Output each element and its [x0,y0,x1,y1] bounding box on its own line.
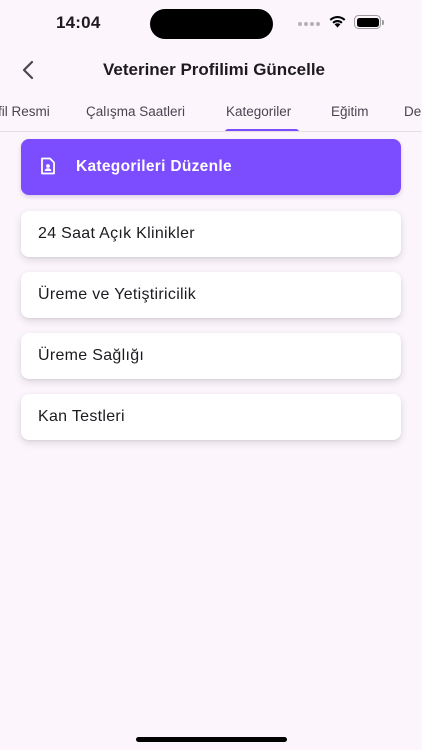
app-bar: Veteriner Profilimi Güncelle [0,48,422,92]
category-item[interactable]: Üreme ve Yetiştiricilik [21,272,401,318]
wifi-icon [328,14,347,33]
tab-bar: fil Resmi Çalışma Saatleri Kategoriler E… [0,92,422,132]
tab-categories[interactable]: Kategoriler [226,104,291,119]
category-item[interactable]: Kan Testleri [21,394,401,440]
dynamic-island [150,9,273,39]
cellular-signal-icon [298,21,322,27]
active-tab-indicator [225,129,299,131]
category-item[interactable]: 24 Saat Açık Klinikler [21,211,401,257]
status-bar: 14:04 [0,0,422,48]
page-title: Veteriner Profilimi Güncelle [102,60,326,79]
category-item[interactable]: Üreme Sağlığı [21,333,401,379]
home-indicator [136,737,287,742]
tab-working-hours[interactable]: Çalışma Saatleri [86,104,185,119]
tab-profile-picture[interactable]: fil Resmi [0,104,50,119]
edit-categories-label: Kategorileri Düzenle [76,158,232,175]
contact-document-icon [41,157,55,175]
tab-education[interactable]: Eğitim [331,104,369,119]
tab-partial-next[interactable]: De [404,104,421,119]
edit-categories-button[interactable]: Kategorileri Düzenle [21,139,401,195]
status-time: 14:04 [56,13,101,32]
battery-icon [354,15,384,30]
